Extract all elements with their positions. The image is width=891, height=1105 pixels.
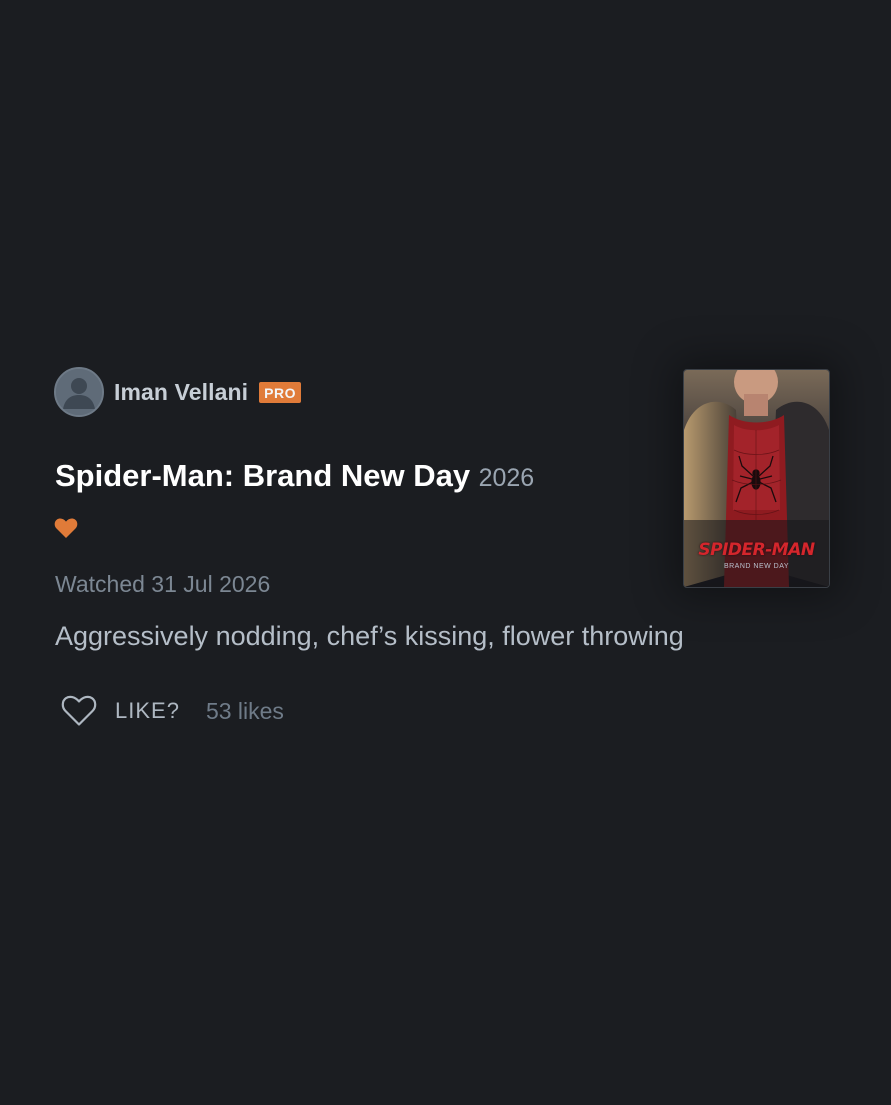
poster-subtitle: BRAND NEW DAY — [723, 563, 790, 570]
film-poster[interactable]: SPIDER-MAN BRAND NEW DAY — [683, 369, 830, 588]
person-avatar-icon[interactable] — [54, 367, 104, 417]
film-heading: Spider-Man: Brand New Day 2026 — [55, 458, 534, 494]
heart-outline-icon[interactable] — [61, 695, 97, 727]
film-title[interactable]: Spider-Man: Brand New Day — [55, 458, 470, 493]
heart-filled-icon — [54, 518, 78, 538]
poster-title: SPIDER-MAN — [698, 540, 815, 560]
review-author[interactable]: Iman Vellani PRO — [54, 367, 301, 417]
author-name[interactable]: Iman Vellani — [114, 379, 248, 406]
review-text: Aggressively nodding, chef’s kissing, fl… — [55, 621, 684, 651]
pro-badge: PRO — [259, 381, 301, 403]
like-bar: LIKE? 53 likes — [61, 695, 284, 727]
film-year[interactable]: 2026 — [479, 464, 535, 492]
watched-date: Watched 31 Jul 2026 — [55, 571, 271, 597]
like-button[interactable]: LIKE? — [115, 698, 180, 724]
likes-count[interactable]: 53 likes — [206, 698, 284, 725]
